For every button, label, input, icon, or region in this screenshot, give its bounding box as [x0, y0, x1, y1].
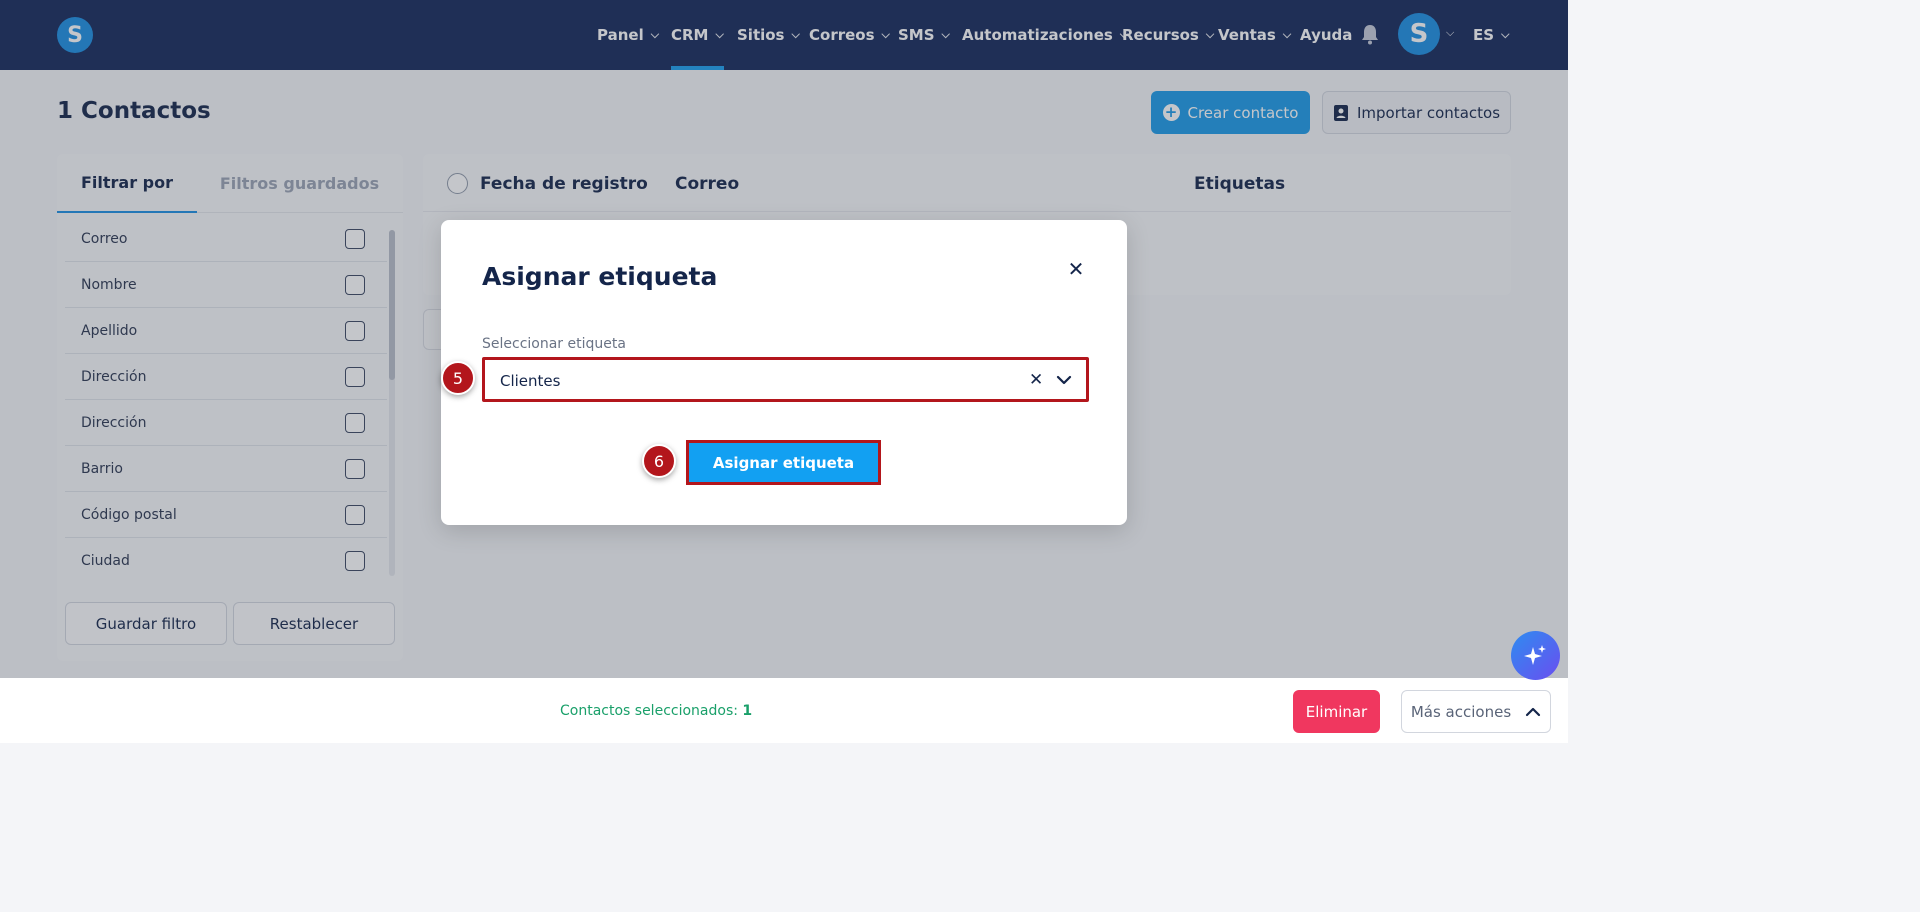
selected-label-text: Contactos seleccionados:: [560, 703, 738, 719]
selected-contacts-label: Contactos seleccionados: 1: [560, 703, 752, 719]
assign-tag-button[interactable]: Asignar etiqueta: [686, 440, 881, 485]
delete-button[interactable]: Eliminar: [1293, 690, 1380, 733]
chevron-down-icon[interactable]: [1055, 371, 1073, 389]
tag-select[interactable]: Clientes ✕: [482, 357, 1089, 402]
select-tag-label: Seleccionar etiqueta: [482, 336, 626, 352]
tag-select-value: Clientes: [500, 372, 561, 390]
more-actions-label: Más acciones: [1410, 702, 1512, 721]
clear-icon[interactable]: ✕: [1029, 370, 1043, 390]
step-badge-5: 5: [441, 361, 475, 395]
selection-bottom-bar: Contactos seleccionados: 1 Eliminar Más …: [0, 678, 1568, 743]
step-badge-6: 6: [642, 444, 676, 478]
more-actions-button[interactable]: Más acciones: [1401, 690, 1551, 733]
sparkles-icon: [1523, 644, 1546, 665]
ai-assistant-button[interactable]: [1511, 631, 1560, 680]
modal-title: Asignar etiqueta: [482, 262, 718, 291]
close-icon[interactable]: ✕: [1065, 257, 1087, 281]
assign-tag-modal: Asignar etiqueta ✕ Seleccionar etiqueta …: [441, 220, 1127, 525]
chevron-up-icon: [1526, 707, 1541, 716]
selected-count: 1: [742, 703, 753, 719]
